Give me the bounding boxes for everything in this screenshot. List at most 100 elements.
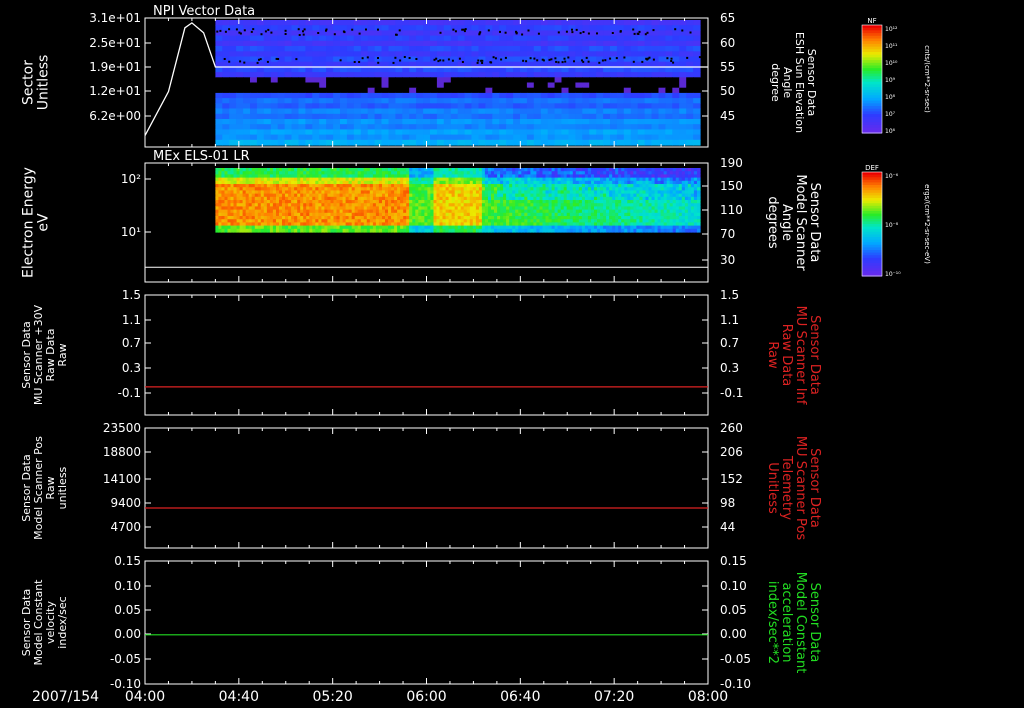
right-axis-label: Sensor Data (807, 183, 822, 263)
right-tick-label: 150 (720, 179, 743, 193)
date-label: 2007/154 (32, 689, 99, 705)
left-tick-label: 3.1e+01 (89, 11, 141, 25)
x-tick-label: 08:00 (688, 689, 728, 705)
left-tick-label: -0.05 (110, 652, 141, 666)
right-axis-label: Sensor Data (807, 315, 822, 395)
colorbar-tick-label: 10⁶ (885, 128, 896, 135)
left-axis-label: Unitless (36, 55, 52, 111)
panel-frame (144, 294, 709, 416)
colorbar-tag: NF (867, 17, 876, 25)
right-axis-label: Model Scanner (793, 174, 808, 271)
left-tick-label: 0.10 (114, 579, 141, 593)
x-axis: 04:00 04:40 05:20 06:00 06:40 07:20 08:00 2007/… (32, 689, 728, 705)
colorbar-tick-label: 10¹⁰ (885, 60, 898, 67)
left-tick-label: 10² (121, 172, 141, 186)
left-tick-label: 0.7 (122, 336, 141, 350)
right-axis-label: index/sec**2 (765, 581, 780, 664)
right-tick-label: -0.05 (720, 652, 751, 666)
panel-frame (144, 427, 709, 549)
panel-frame (144, 560, 709, 685)
left-tick-label: 4700 (110, 520, 141, 534)
right-tick-label: 1.5 (720, 288, 739, 302)
colorbar-2: DEF 10⁻⁶ 10⁻⁸ 10⁻¹⁰ ergs/(cm**2-sr-sec-eV) (861, 164, 931, 278)
plot-canvas: NPI Vector Data 3.1e+01 2.5e+01 1.9e+01 1.2e… (20, 4, 931, 705)
colorbar-tick-label: 10⁻¹⁰ (885, 271, 901, 278)
left-axis-label: eV (36, 213, 52, 232)
x-tick-label: 07:20 (594, 689, 634, 705)
right-tick-label: 1.1 (720, 313, 739, 327)
left-tick-label: 10¹ (121, 225, 141, 239)
right-axis-label: Raw (765, 341, 780, 369)
colorbar-tick-label: 10¹² (885, 26, 898, 33)
left-tick-label: 1.1 (122, 313, 141, 327)
right-axis-label: Model Constant (793, 572, 808, 674)
left-axis-label: Electron Energy (21, 167, 37, 278)
right-tick-label: 60 (720, 36, 735, 50)
left-tick-label: 23500 (103, 421, 141, 435)
left-tick-label: 0.15 (114, 554, 141, 568)
right-tick-label: 190 (720, 156, 743, 170)
right-tick-label: 45 (720, 109, 735, 123)
left-tick-label: 1.2e+01 (89, 84, 141, 98)
x-tick-label: 05:20 (312, 689, 352, 705)
left-tick-label: 2.5e+01 (89, 36, 141, 50)
right-tick-label: 152 (720, 472, 743, 486)
els-spectrogram (215, 168, 701, 233)
left-tick-label: 1.9e+01 (89, 60, 141, 74)
colorbar-tag: DEF (865, 164, 879, 172)
right-tick-label: 30 (720, 253, 735, 267)
left-tick-label: 9400 (110, 496, 141, 510)
left-tick-label: 0.3 (122, 361, 141, 375)
panel-5: 0.150.100.050.00-0.05-0.100.150.100.050.… (20, 554, 822, 691)
right-tick-label: 0.05 (720, 603, 747, 617)
right-axis-label: Unitless (765, 462, 780, 514)
right-tick-label: 70 (720, 227, 735, 241)
right-axis-label: degree (769, 63, 782, 102)
left-tick-label: -0.1 (118, 386, 141, 400)
x-tick-label: 06:00 (406, 689, 446, 705)
colorbar-tick-label: 10⁻⁸ (885, 222, 899, 229)
npi-spectrogram (215, 20, 701, 146)
left-tick-label: 0.05 (114, 603, 141, 617)
right-tick-label: 0.3 (720, 361, 739, 375)
left-tick-label: 18800 (103, 445, 141, 459)
left-axis-label: Raw (56, 343, 69, 366)
right-axis-label: acceleration (779, 582, 794, 662)
right-tick-label: 55 (720, 60, 735, 74)
right-tick-label: -0.1 (720, 386, 743, 400)
right-axis-label: Sensor Data (807, 583, 822, 663)
right-tick-label: 110 (720, 203, 743, 217)
colorbar-1: NF 10¹² 10¹¹ 10¹⁰ 10⁹ 10⁸ 10⁷ 10⁶ cnts/(cm**2-sr… (861, 17, 931, 135)
right-axis-label: Raw Data (779, 324, 794, 387)
right-tick-label: 0.15 (720, 554, 747, 568)
left-axis-label: index/sec (56, 596, 69, 648)
right-tick-label: 0.7 (720, 336, 739, 350)
x-tick-label: 06:40 (500, 689, 540, 705)
colorbar-tick-label: 10⁷ (885, 111, 896, 118)
colorbar-tick-label: 10⁸ (885, 94, 896, 101)
right-axis-label: MU Scanner Pos (793, 436, 808, 541)
right-tick-label: 65 (720, 11, 735, 25)
right-tick-label: 0.10 (720, 579, 747, 593)
right-axis-label: Angle (779, 204, 794, 241)
left-tick-label: 0.00 (114, 627, 141, 641)
right-axis-label: degrees (765, 196, 780, 249)
panel-title: NPI Vector Data (153, 4, 255, 19)
x-tick-label: 04:40 (219, 689, 259, 705)
right-tick-label: 44 (720, 520, 735, 534)
right-axis-label: MU Scanner Inf (793, 306, 808, 405)
right-axis-label: Telemetry (779, 455, 794, 520)
left-tick-label: 6.2e+00 (89, 109, 141, 123)
panel-4: 23500 18800 14100 9400 4700 260 206 152 98 44 Sens… (20, 421, 822, 549)
right-tick-label: 98 (720, 496, 735, 510)
colorbar-tick-label: 10¹¹ (885, 43, 898, 50)
left-axis-label: unitless (56, 466, 69, 509)
left-tick-label: 1.5 (122, 288, 141, 302)
left-axis-label: Sector (21, 60, 37, 105)
colorbar-units: ergs/(cm**2-sr-sec-eV) (923, 184, 931, 264)
right-tick-label: 50 (720, 84, 735, 98)
right-tick-label: 260 (720, 421, 743, 435)
right-axis-label: Sensor Data (807, 448, 822, 528)
panel-3: 1.5 1.1 0.7 0.3 -0.1 1.5 1.1 0.7 0.3 -0.1 Sensor D… (20, 288, 822, 416)
x-tick-label: 04:00 (125, 689, 165, 705)
